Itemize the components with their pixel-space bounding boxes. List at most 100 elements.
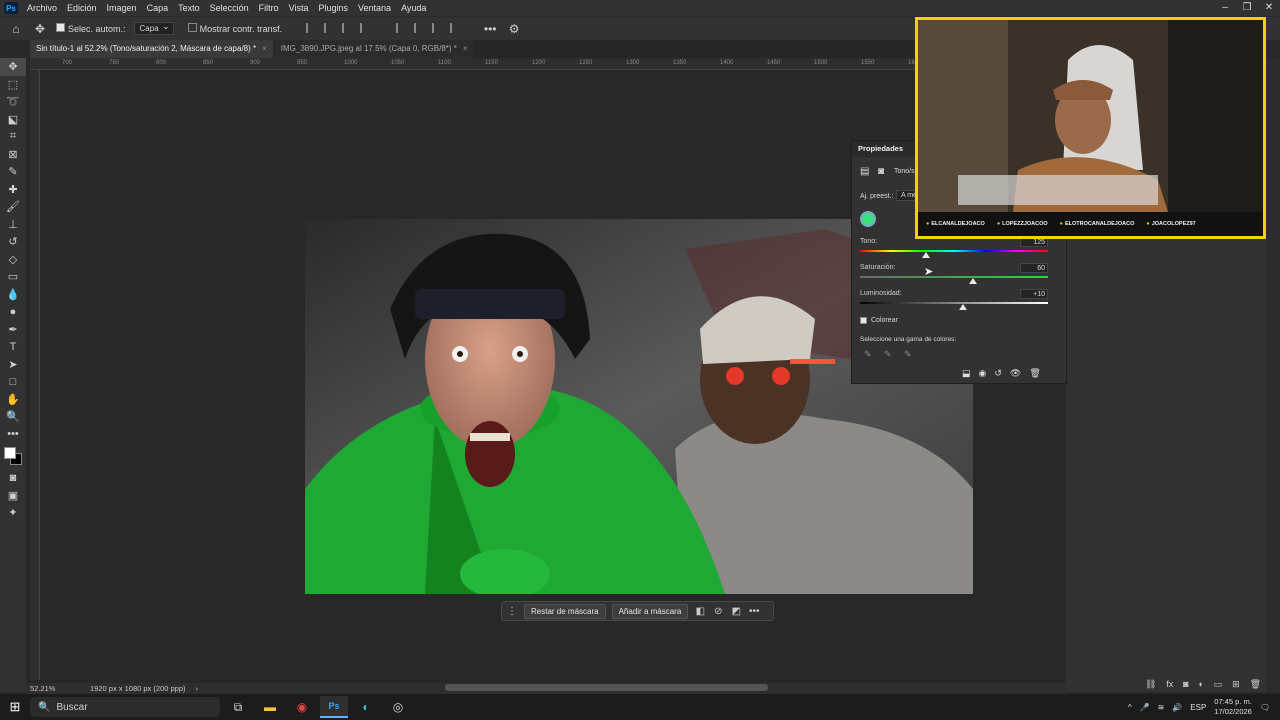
menu-vista[interactable]: Vista	[284, 0, 314, 16]
home-icon[interactable]: ⌂	[8, 21, 24, 37]
saturation-slider-thumb[interactable]	[968, 278, 977, 284]
zoom-level[interactable]: 52.21%	[26, 684, 86, 693]
notification-icon[interactable]: 🗨	[1260, 703, 1270, 712]
clip-to-layer-icon[interactable]: ⬓	[962, 368, 971, 379]
lightness-value[interactable]: +10	[1020, 289, 1048, 299]
marquee-tool-icon[interactable]: ⬚	[0, 76, 26, 94]
stamp-tool-icon[interactable]: ⊥	[0, 216, 26, 234]
chevron-right-icon[interactable]: ›	[196, 684, 199, 693]
file-explorer-icon[interactable]: ▬	[256, 696, 284, 718]
menu-texto[interactable]: Texto	[173, 0, 205, 16]
tab-document-1[interactable]: Sin título-1 al 52.2% (Tono/saturación 2…	[30, 40, 273, 58]
fill-mask-icon[interactable]: ◩	[730, 606, 742, 617]
hue-slider[interactable]	[860, 250, 1048, 252]
menu-seleccion[interactable]: Selección	[205, 0, 254, 16]
wifi-icon[interactable]: ≋	[1158, 703, 1165, 712]
brush-tool-icon[interactable]: 🖌	[0, 198, 26, 216]
menu-filtro[interactable]: Filtro	[254, 0, 284, 16]
windows-start-icon[interactable]: ⊞	[0, 699, 30, 715]
blur-tool-icon[interactable]: 💧	[0, 286, 26, 304]
screen-mode-icon[interactable]: ▣	[0, 487, 26, 505]
menu-plugins[interactable]: Plugins	[314, 0, 354, 16]
menu-capa[interactable]: Capa	[142, 0, 174, 16]
trash-icon[interactable]: 🗑	[1029, 368, 1040, 379]
healing-brush-icon[interactable]: ✚	[0, 181, 26, 199]
close-icon[interactable]: ×	[262, 44, 267, 53]
language-indicator[interactable]: ESP	[1190, 703, 1206, 712]
maximize-icon[interactable]: ❐	[1236, 0, 1258, 16]
fx-icon[interactable]: fx	[1166, 679, 1173, 689]
gear-icon[interactable]: ⚙	[506, 21, 522, 37]
folder-icon[interactable]: ▭	[1214, 679, 1223, 690]
obs-icon[interactable]: ◎	[384, 696, 412, 718]
visibility-icon[interactable]: 👁	[1010, 368, 1021, 379]
view-previous-icon[interactable]: ◉	[979, 368, 987, 379]
menu-ventana[interactable]: Ventana	[353, 0, 396, 16]
eraser-tool-icon[interactable]: ◇	[0, 251, 26, 269]
chrome-icon[interactable]: ◉	[288, 696, 316, 718]
more-options-icon[interactable]: •••	[482, 21, 498, 37]
task-view-icon[interactable]: ⧉	[224, 696, 252, 718]
menu-ayuda[interactable]: Ayuda	[396, 0, 431, 16]
menu-archivo[interactable]: Archivo	[22, 0, 62, 16]
drag-handle-icon[interactable]: ⋮	[506, 606, 518, 617]
more-tools-icon[interactable]: •••	[0, 426, 26, 444]
dodge-tool-icon[interactable]: ●	[0, 303, 26, 321]
align-buttons[interactable]	[304, 22, 376, 35]
zoom-tool-icon[interactable]: 🔍	[0, 408, 26, 426]
new-layer-icon[interactable]: ⊞	[1232, 679, 1240, 690]
invert-mask-icon[interactable]: ⊘	[712, 606, 724, 617]
foreground-color[interactable]	[4, 447, 16, 459]
distribute-buttons[interactable]	[394, 22, 466, 35]
photoshop-taskbar-icon[interactable]: Ps	[320, 696, 348, 718]
subtract-mask-button[interactable]: Restar de máscara	[524, 603, 606, 619]
auto-select-dropdown[interactable]: Capa	[133, 21, 174, 35]
quick-mask-icon[interactable]: ◙	[0, 469, 26, 487]
auto-select-checkbox[interactable]: Selec. autom.:	[56, 23, 126, 34]
saturation-slider[interactable]	[860, 276, 1048, 278]
frame-tool-icon[interactable]: ⊠	[0, 146, 26, 164]
object-select-tool-icon[interactable]: ⬕	[0, 111, 26, 129]
microphone-icon[interactable]: 🎤	[1140, 703, 1150, 712]
eyedropper-add-icon[interactable]: ✎	[884, 349, 892, 360]
hand-adjust-icon[interactable]	[860, 211, 876, 227]
history-brush-icon[interactable]: ↺	[0, 233, 26, 251]
eyedropper-icon[interactable]: ✎	[864, 349, 872, 360]
generative-icon[interactable]: ✦	[0, 504, 26, 522]
volume-icon[interactable]: 🔊	[1172, 703, 1182, 712]
type-tool-icon[interactable]: T	[0, 338, 26, 356]
more-options-icon[interactable]: •••	[748, 606, 760, 617]
tab-document-2[interactable]: IMG_3890.JPG.jpeg al 17.5% (Capa 0, RGB/…	[274, 40, 474, 58]
mask-icon[interactable]: ◙	[1183, 679, 1188, 689]
mask-options-icon[interactable]: ◧	[694, 606, 706, 617]
horizontal-scrollbar[interactable]	[445, 684, 768, 691]
reset-icon[interactable]: ↺	[994, 368, 1002, 379]
trash-icon[interactable]: 🗑	[1250, 679, 1261, 690]
move-tool-icon[interactable]: ✥	[32, 21, 48, 37]
crop-tool-icon[interactable]: ⌗	[0, 128, 26, 146]
hue-slider-thumb[interactable]	[921, 252, 930, 258]
lightness-slider-thumb[interactable]	[959, 304, 968, 310]
taskbar-search[interactable]: 🔍 Buscar	[30, 697, 220, 717]
close-icon[interactable]: ×	[463, 44, 468, 53]
colorize-checkbox[interactable]	[860, 317, 867, 324]
eyedropper-subtract-icon[interactable]: ✎	[904, 349, 912, 360]
adjustment-icon[interactable]: ◐	[1198, 679, 1203, 689]
rectangle-tool-icon[interactable]: □	[0, 373, 26, 391]
mask-icon[interactable]: ◙	[878, 166, 884, 177]
show-transform-checkbox[interactable]: Mostrar contr. transf.	[187, 23, 282, 34]
hand-tool-icon[interactable]: ✋	[0, 391, 26, 409]
lasso-tool-icon[interactable]: ➰	[0, 93, 26, 111]
add-mask-button[interactable]: Añadir a máscara	[611, 603, 689, 619]
pen-tool-icon[interactable]: ✒	[0, 321, 26, 339]
edge-icon[interactable]: ◐	[352, 696, 380, 718]
saturation-value[interactable]: 60	[1020, 263, 1048, 273]
minimize-icon[interactable]: –	[1214, 0, 1236, 16]
color-swatches[interactable]	[4, 447, 22, 465]
move-tool-icon[interactable]: ✥	[0, 58, 26, 76]
path-select-icon[interactable]: ➤	[0, 356, 26, 374]
link-icon[interactable]: ⛓	[1145, 679, 1156, 690]
close-icon[interactable]: ✕	[1258, 0, 1280, 16]
chevron-up-icon[interactable]: ^	[1128, 703, 1132, 712]
lightness-slider[interactable]	[860, 302, 1048, 304]
